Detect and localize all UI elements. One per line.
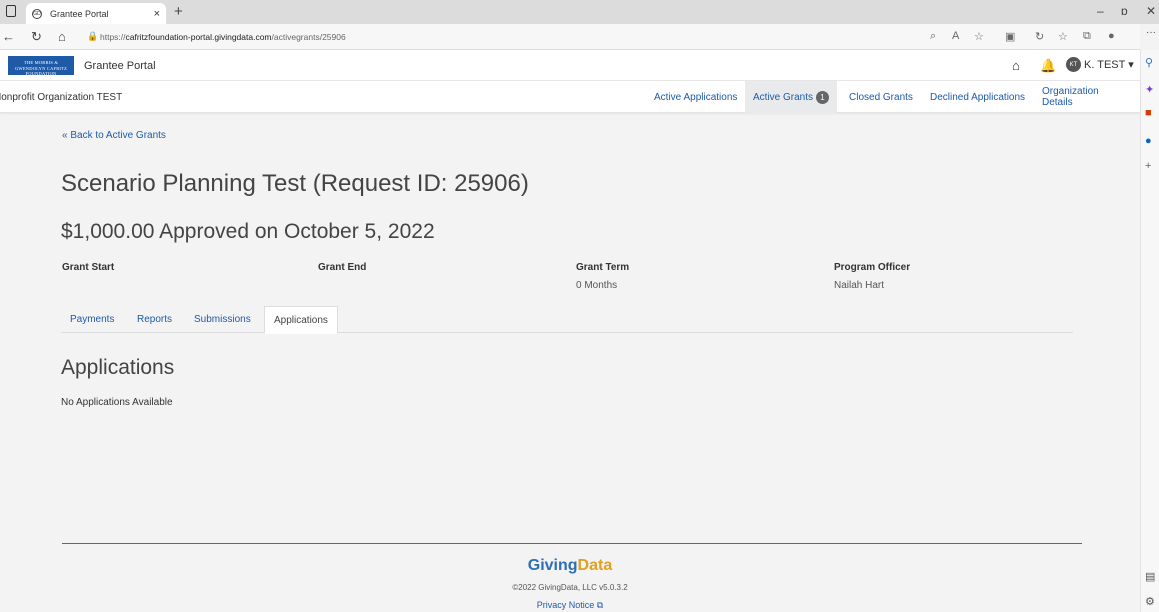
nav-active-grants-label: Active Grants bbox=[753, 91, 814, 103]
nav-organization-details[interactable]: Organization Details bbox=[1034, 81, 1140, 113]
copyright-text: ©2022 GivingData, LLC v5.0.3.2 bbox=[512, 583, 628, 592]
user-name: K. TEST ▾ bbox=[1084, 59, 1134, 71]
url-prefix: https:// bbox=[100, 32, 126, 42]
organization-nav: Nonprofit Organization TEST Active Appli… bbox=[0, 81, 1140, 113]
section-title: Applications bbox=[61, 356, 175, 379]
home-browser-icon[interactable]: ⌂ bbox=[58, 29, 66, 44]
tab-actions-icon[interactable] bbox=[6, 5, 16, 17]
back-icon[interactable]: ← bbox=[2, 29, 15, 44]
extension-icon[interactable]: ▣ bbox=[1005, 30, 1015, 43]
address-bar: ← ↻ ⌂ 🔒 https:// cafritzfoundation-porta… bbox=[0, 24, 1140, 50]
nav-closed-grants[interactable]: Closed Grants bbox=[841, 81, 921, 113]
nav-active-grants[interactable]: Active Grants 1 bbox=[745, 81, 838, 113]
favorites-icon[interactable]: ☆ bbox=[1058, 30, 1068, 43]
tab-reports[interactable]: Reports bbox=[128, 306, 181, 333]
givingdata-logo-part1: Giving bbox=[527, 557, 578, 574]
footer-divider bbox=[62, 543, 1082, 544]
app-header: THE MORRIS & GWENDOLYN CAFRITZ FOUNDATIO… bbox=[0, 50, 1140, 81]
url-field[interactable]: 🔒 https:// cafritzfoundation-portal.givi… bbox=[82, 28, 942, 46]
app-title: Grantee Portal bbox=[84, 60, 156, 72]
profile-icon[interactable]: ● bbox=[1108, 30, 1115, 42]
page-title: Scenario Planning Test (Request ID: 2590… bbox=[61, 170, 529, 197]
url-host: cafritzfoundation-portal.givingdata.com bbox=[125, 32, 272, 42]
bell-icon[interactable]: 🔔 bbox=[1040, 58, 1056, 74]
program-officer-label: Program Officer bbox=[834, 262, 911, 273]
back-to-active-grants-link[interactable]: « Back to Active Grants bbox=[62, 130, 166, 141]
nav-active-applications[interactable]: Active Applications bbox=[646, 81, 745, 113]
sidebar-layout-icon[interactable]: ▤ bbox=[1145, 570, 1155, 583]
approval-summary: $1,000.00 Approved on October 5, 2022 bbox=[61, 220, 435, 243]
grant-start-label: Grant Start bbox=[62, 262, 115, 273]
browser-tab[interactable]: GD Grantee Portal × bbox=[26, 3, 166, 24]
givingdata-logo-part2: Data bbox=[577, 557, 613, 574]
nav-declined-applications[interactable]: Declined Applications bbox=[922, 81, 1033, 113]
empty-state-message: No Applications Available bbox=[61, 397, 173, 408]
settings-icon[interactable]: ⚙ bbox=[1145, 595, 1155, 608]
more-menu-icon[interactable]: ··· bbox=[1146, 27, 1156, 38]
tab-applications[interactable]: Applications bbox=[264, 306, 338, 334]
privacy-notice-link[interactable]: Privacy Notice ⧉ bbox=[0, 600, 1140, 611]
grant-end-label: Grant End bbox=[318, 262, 367, 273]
collections-icon[interactable]: ⧉ bbox=[1083, 30, 1091, 43]
search-icon[interactable]: ⚲ bbox=[1145, 56, 1153, 69]
grant-term-label: Grant Term bbox=[576, 262, 630, 273]
outlook-icon[interactable]: ● bbox=[1145, 135, 1152, 147]
browser-tab-strip: GD Grantee Portal × + – ɒ ✕ bbox=[0, 0, 1159, 24]
office-icon[interactable]: ■ bbox=[1145, 107, 1152, 119]
tab-submissions[interactable]: Submissions bbox=[185, 306, 260, 333]
avatar: KT bbox=[1066, 57, 1081, 72]
favicon-icon: GD bbox=[32, 8, 42, 19]
program-officer-value: Nailah Hart bbox=[834, 280, 885, 291]
read-aloud-icon[interactable]: A bbox=[952, 30, 959, 42]
favorite-add-icon[interactable]: ☆ bbox=[974, 30, 984, 43]
foundation-logo[interactable]: THE MORRIS & GWENDOLYN CAFRITZ FOUNDATIO… bbox=[8, 56, 74, 76]
minimize-button[interactable]: – bbox=[1097, 4, 1104, 18]
home-icon[interactable]: ⌂ bbox=[1012, 58, 1020, 73]
organization-name: Nonprofit Organization TEST bbox=[0, 92, 123, 103]
lock-icon: 🔒 bbox=[87, 31, 99, 41]
givingdata-logo: GivingData bbox=[0, 557, 1140, 575]
url-path: /activegrants/25906 bbox=[271, 32, 346, 42]
add-sidebar-icon[interactable]: + bbox=[1145, 160, 1151, 172]
active-grants-count-badge: 1 bbox=[816, 90, 830, 104]
tab-payments[interactable]: Payments bbox=[61, 306, 123, 333]
copilot-icon[interactable]: ✦ bbox=[1145, 83, 1154, 96]
edge-sidebar: ⚲ ✦ ■ ● + ▤ ⚙ bbox=[1140, 50, 1159, 612]
search-page-icon[interactable]: ⌕ bbox=[930, 30, 936, 43]
new-tab-button[interactable]: + bbox=[174, 3, 183, 20]
grant-term-value: 0 Months bbox=[576, 280, 618, 291]
tab-close-icon[interactable]: × bbox=[154, 8, 160, 20]
refresh-icon[interactable]: ↻ bbox=[31, 29, 42, 45]
user-menu[interactable]: KT K. TEST ▾ bbox=[1066, 57, 1134, 72]
refresh-page-icon[interactable]: ↻ bbox=[1035, 30, 1044, 43]
grant-detail-tabs: Payments Reports Submissions Application… bbox=[61, 306, 1073, 334]
restore-button[interactable]: ɒ bbox=[1121, 4, 1128, 18]
tab-title: Grantee Portal bbox=[50, 8, 109, 19]
close-window-button[interactable]: ✕ bbox=[1146, 4, 1156, 18]
